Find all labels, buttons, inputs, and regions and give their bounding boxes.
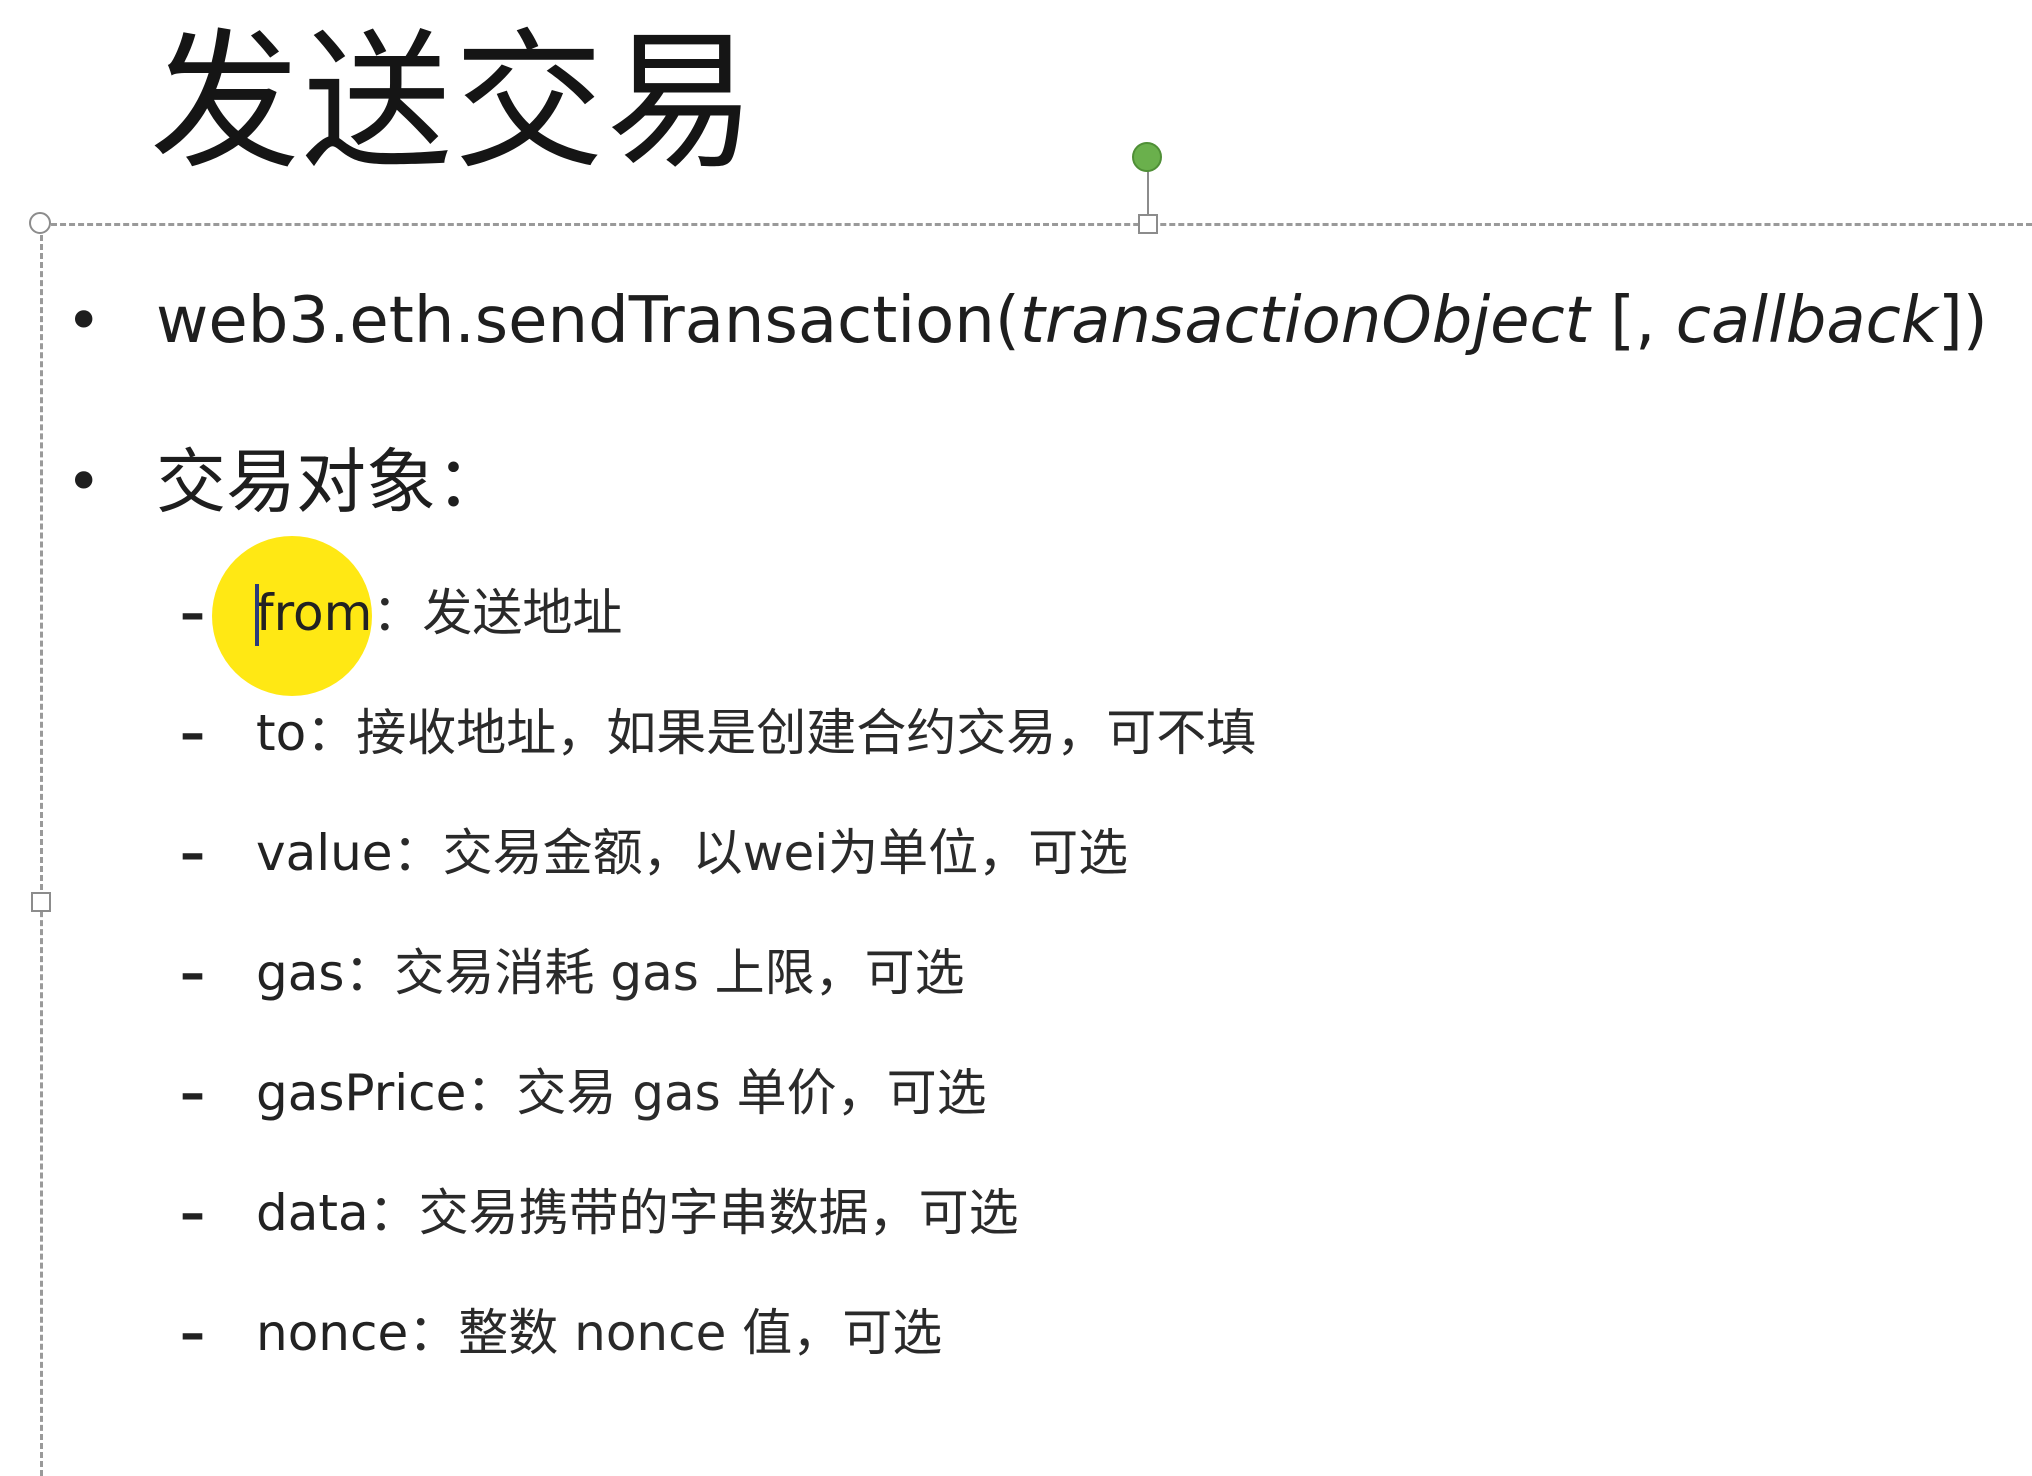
field-line: nonce：整数 nonce 值，可选: [256, 1298, 942, 1368]
field-line: data：交易携带的字串数据，可选: [256, 1178, 1019, 1248]
bullet-dot: •: [66, 286, 102, 356]
field-key: gasPrice: [256, 1064, 467, 1122]
dash-marker: –: [180, 1184, 205, 1242]
field-key: gas: [256, 944, 345, 1002]
rotate-handle-icon[interactable]: [1132, 142, 1162, 172]
field-key: data: [256, 1184, 369, 1242]
dash-marker: –: [180, 584, 205, 642]
slide-title[interactable]: 发送交易: [150, 18, 758, 188]
slide-canvas: 发送交易 • web3.eth.sendTransaction(transact…: [0, 0, 2032, 1476]
field-line: gasPrice：交易 gas 单价，可选: [256, 1058, 987, 1128]
resize-handle-icon[interactable]: [31, 892, 51, 912]
method-prefix: web3.eth.sendTransaction(: [156, 284, 1020, 358]
field-line: gas：交易消耗 gas 上限，可选: [256, 938, 965, 1008]
field-key: to: [256, 704, 307, 762]
param-callback: callback: [1675, 284, 1938, 358]
field-key: nonce: [256, 1304, 409, 1362]
textbox-frame-top: [42, 223, 2032, 226]
param-transaction-object: transactionObject: [1019, 284, 1590, 358]
field-desc: ：交易金额，以wei为单位，可选: [392, 824, 1129, 882]
field-desc: ：整数 nonce 值，可选: [408, 1304, 943, 1362]
text-caret-icon: [255, 584, 259, 646]
bullet-text: web3.eth.sendTransaction(transactionObje…: [156, 276, 1988, 366]
field-desc: ：交易消耗 gas 上限，可选: [344, 944, 965, 1002]
param-separator: [,: [1589, 284, 1676, 358]
field-line: from：发送地址: [256, 578, 622, 648]
dash-marker: –: [180, 944, 205, 1002]
resize-handle-icon[interactable]: [1138, 214, 1158, 234]
bullet-label: 交易对象：: [156, 441, 506, 523]
field-desc: ：交易携带的字串数据，可选: [368, 1184, 1019, 1242]
rotate-handle-stem: [1147, 170, 1149, 214]
dash-marker: –: [180, 824, 205, 882]
field-line: to：接收地址，如果是创建合约交易，可不填: [256, 698, 1256, 768]
field-key: value: [256, 824, 393, 882]
resize-handle-icon[interactable]: [29, 212, 51, 234]
field-key: from: [256, 584, 373, 642]
field-desc: ：交易 gas 单价，可选: [466, 1064, 987, 1122]
field-desc: ：发送地址: [372, 584, 623, 642]
field-desc: ：接收地址，如果是创建合约交易，可不填: [306, 704, 1257, 762]
textbox-frame-left: [40, 226, 43, 1476]
bullet-dot: •: [66, 447, 102, 517]
dash-marker: –: [180, 1064, 205, 1122]
dash-marker: –: [180, 1304, 205, 1362]
dash-marker: –: [180, 704, 205, 762]
field-line: value：交易金额，以wei为单位，可选: [256, 818, 1128, 888]
method-suffix: ]): [1937, 284, 1988, 358]
